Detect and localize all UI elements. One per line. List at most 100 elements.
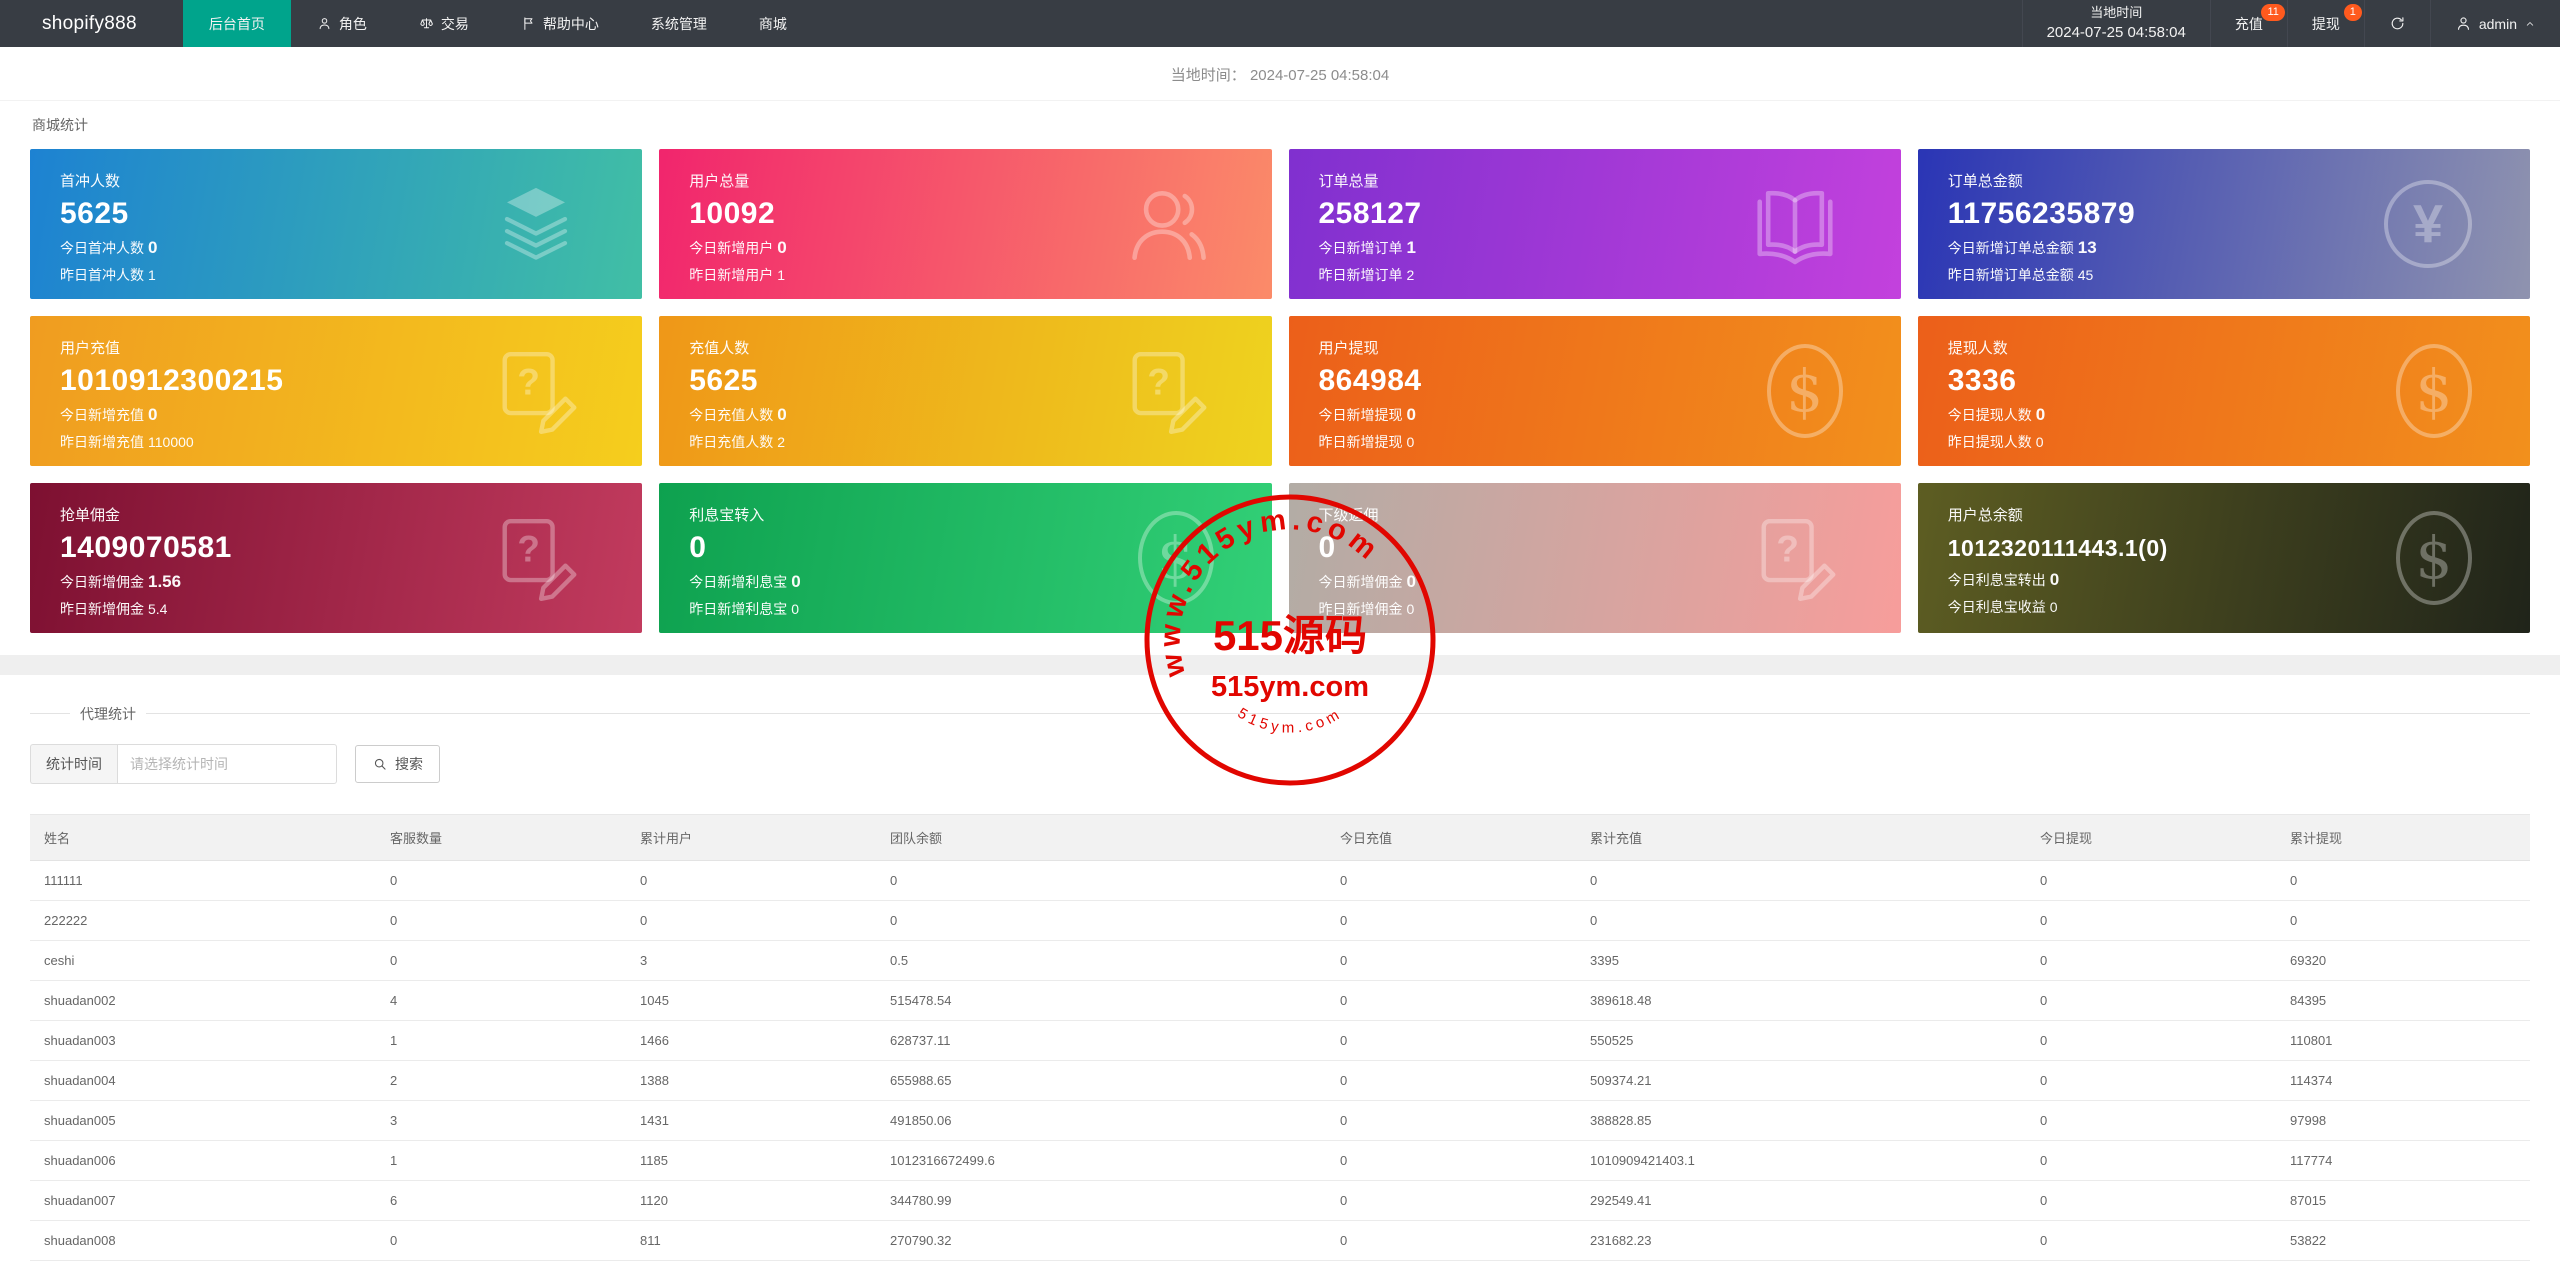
nav-item-mall[interactable]: 商城 [733, 0, 813, 47]
stat-card-yesterday-line: 昨日新增订单总金额 45 [1948, 265, 2500, 285]
table-header-cell: 团队余额 [880, 814, 1330, 861]
table-cell: 0 [1330, 1060, 1580, 1101]
agent-stats-panel: 代理统计 统计时间 搜索 姓名客服数量累计用户团队余额今日充值累计充值今日提现累… [0, 675, 2560, 1271]
recharge-nav-item[interactable]: 充值 11 [2209, 0, 2287, 47]
stat-card-yesterday-value: 2 [777, 434, 786, 450]
dollar-icon: $ [1766, 344, 1843, 438]
withdraw-label: 提现 [2311, 15, 2340, 32]
stat-card: 订单总金额 11756235879 今日新增订单总金额 13 昨日新增订单总金额 45 ¥ [1917, 149, 2530, 299]
table-cell: 0 [630, 860, 880, 901]
table-cell: 388828.85 [1580, 1100, 2030, 1141]
table-header-cell: 累计提现 [2280, 814, 2530, 861]
brand-logo[interactable]: shopify888 [0, 0, 183, 47]
table-cell: 1466 [630, 1020, 880, 1061]
stat-card-today-value: 0 [777, 238, 787, 257]
table-row: ceshi 0 3 0.5 0 3395 0 69320 [30, 940, 2530, 981]
mall-stats-title: 商城统计 [32, 117, 88, 133]
table-cell: 0 [1330, 1140, 1580, 1181]
stat-card-yesterday-value: 110000 [148, 434, 194, 450]
nav-item-label: 帮助中心 [542, 15, 599, 32]
nav-item-label: 后台首页 [208, 15, 265, 32]
nav-item-help[interactable]: 帮助中心 [495, 0, 625, 47]
stat-cards-grid: 首冲人数 5625 今日首冲人数 0 昨日首冲人数 1 用户总量 10092 今日新增用户 0 昨日… [0, 147, 2560, 633]
stat-card: 利息宝转入 0 今日新增利息宝 0 昨日新增利息宝 0 $ [659, 483, 1272, 633]
local-time-label: 当地时间 [2090, 4, 2143, 20]
page-time-value: 2024-07-25 04:58:04 [1249, 67, 1390, 84]
table-cell: 0 [2030, 1020, 2280, 1061]
nav-item-trade[interactable]: 交易 [393, 0, 495, 47]
table-row: shuadan005 3 1431 491850.06 0 388828.85 0 97998 [30, 1100, 2530, 1141]
top-navbar: shopify888 后台首页 角色 交易 帮助中心 系统管理 商城 当地时间 2024-… [0, 0, 2560, 47]
stat-card-yesterday-label: 昨日新增订单 [1318, 267, 1403, 283]
stat-card-yesterday-value: 0 [2049, 599, 2058, 615]
table-row: shuadan002 4 1045 515478.54 0 389618.48 0 84395 [30, 980, 2530, 1021]
local-time-block: 当地时间 2024-07-25 04:58:04 [2021, 0, 2210, 47]
svg-text:?: ? [1147, 361, 1169, 402]
stat-card-today-label: 今日新增订单总金额 [1947, 240, 2074, 256]
table-cell: shuadan004 [30, 1060, 380, 1101]
stat-card-yesterday-label: 今日利息宝收益 [1947, 599, 2046, 615]
table-cell: 811 [630, 1220, 880, 1261]
stat-card-today-label: 今日新增佣金 [1318, 574, 1403, 590]
table-cell: 389618.48 [1580, 980, 2030, 1021]
search-button[interactable]: 搜索 [355, 745, 440, 783]
table-cell: 69320 [2280, 940, 2530, 981]
nav-item-home[interactable]: 后台首页 [182, 0, 291, 47]
doc-icon: ? [488, 345, 584, 437]
stat-card: 提现人数 3336 今日提现人数 0 昨日提现人数 0 $ [1917, 316, 2530, 466]
table-cell: 0 [1330, 860, 1580, 901]
stat-card-yesterday-value: 0 [2035, 434, 2044, 450]
stat-card-today-value: 0 [777, 405, 787, 424]
table-cell: 0 [380, 900, 630, 941]
withdraw-nav-item[interactable]: 提现 1 [2286, 0, 2364, 47]
stat-card-today-label: 今日新增订单 [1318, 240, 1403, 256]
doc-icon: ? [1747, 512, 1843, 604]
table-cell: 222222 [30, 900, 380, 941]
nav-item-system[interactable]: 系统管理 [625, 0, 733, 47]
table-cell: 270790.32 [880, 1220, 1330, 1261]
table-header-row: 姓名 客服数量 累计用户 团队余额 今日充值 累计充值 今日提现 累计提现 [30, 814, 2530, 861]
table-cell: 4 [380, 980, 630, 1021]
stat-card-today-label: 今日利息宝转出 [1947, 572, 2046, 588]
stat-card: 用户总余额 1012320111443.1(0) 今日利息宝转出 0 今日利息宝收益 0 $ [1917, 483, 2530, 633]
table-cell: 0 [2030, 1100, 2280, 1141]
table-cell: ceshi [30, 940, 380, 981]
stat-card-yesterday-label: 昨日新增充值 [60, 434, 144, 450]
table-cell: 1045 [630, 980, 880, 1021]
stat-card-today-value: 0 [148, 238, 158, 257]
table-cell: 0 [1330, 1020, 1580, 1061]
table-cell: 110801 [2280, 1020, 2530, 1061]
nav-item-roles[interactable]: 角色 [291, 0, 393, 47]
user-menu[interactable]: admin [2429, 0, 2560, 47]
table-cell: shuadan010 [30, 1260, 380, 1271]
stat-card-today-value: 0 [2049, 570, 2060, 589]
table-cell: 0 [2030, 1140, 2280, 1181]
table-cell: 0 [1330, 1220, 1580, 1261]
stat-card-yesterday-value: 0 [1406, 434, 1415, 450]
table-cell: 0 [2030, 1060, 2280, 1101]
table-cell: 117774 [2280, 1140, 2530, 1181]
stat-card-yesterday-label: 昨日新增用户 [689, 267, 774, 283]
refresh-button[interactable] [2363, 0, 2430, 47]
table-row: shuadan008 0 811 270790.32 0 231682.23 0 53822 [30, 1220, 2530, 1261]
nav-item-label: 系统管理 [650, 15, 707, 32]
dollar-icon: $ [2396, 511, 2472, 605]
table-cell: 0 [1330, 980, 1580, 1021]
agent-stats-fieldset: 代理统计 [30, 704, 2530, 724]
stat-card-today-label: 今日新增充值 [60, 407, 144, 423]
stat-time-input[interactable] [117, 744, 337, 784]
chevron-up-icon [2524, 18, 2536, 30]
stat-card-yesterday-label: 昨日新增提现 [1318, 434, 1403, 450]
table-cell: 0 [880, 860, 1330, 901]
table-cell: 0 [2030, 900, 2280, 941]
stat-card-today-label: 今日新增用户 [689, 240, 774, 256]
table-header-cell: 今日充值 [1330, 814, 1580, 861]
table-cell: 84395 [2280, 980, 2530, 1021]
table-cell: 0 [630, 900, 880, 941]
table-cell: 1388 [630, 1060, 880, 1101]
stat-card-yesterday-label: 昨日新增订单总金额 [1947, 267, 2074, 283]
table-cell: 0 [1580, 900, 2030, 941]
table-cell: 0 [1330, 1100, 1580, 1141]
table-cell: 0 [2030, 980, 2280, 1021]
stat-card-today-label: 今日新增提现 [1318, 407, 1403, 423]
